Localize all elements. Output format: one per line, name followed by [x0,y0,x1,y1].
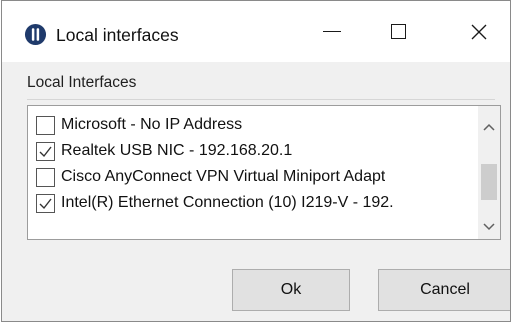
checkbox[interactable] [36,193,55,213]
scroll-up-button[interactable] [478,116,500,138]
interface-label: Cisco AnyConnect VPN Virtual Miniport Ad… [61,168,386,185]
minimize-icon [323,31,341,32]
interface-label: Intel(R) Ethernet Connection (10) I219-V… [61,194,394,211]
cancel-button[interactable]: Cancel [378,269,510,311]
scroll-thumb[interactable] [481,164,497,200]
interface-label: Microsoft - No IP Address [61,116,243,133]
minimize-button[interactable] [299,1,365,62]
checkbox[interactable] [36,115,55,135]
interfaces-list[interactable]: Microsoft - No IP Address Realtek USB NI… [27,105,501,240]
checkbox[interactable] [36,141,55,161]
dialog-window: Local interfaces Local Interfaces Micros… [1,0,511,322]
close-icon [471,24,487,39]
list-item[interactable]: Realtek USB NIC - 192.168.20.1 [28,138,478,164]
list-item[interactable]: Cisco AnyConnect VPN Virtual Miniport Ad… [28,164,478,190]
scroll-down-button[interactable] [478,216,500,238]
window-title: Local interfaces [56,25,179,45]
close-button[interactable] [446,1,510,62]
group-label: Local Interfaces [27,74,137,91]
group-divider [27,99,495,100]
title-bar[interactable]: Local interfaces [2,1,510,62]
chevron-up-icon [483,123,495,131]
check-icon [39,198,52,209]
pause-circle-icon [24,23,47,46]
list-item[interactable]: Microsoft - No IP Address [28,112,478,138]
interface-label: Realtek USB NIC - 192.168.20.1 [61,142,293,159]
list-items: Microsoft - No IP Address Realtek USB NI… [28,112,478,216]
checkbox[interactable] [36,167,55,187]
maximize-icon [390,24,406,39]
ok-button[interactable]: Ok [232,269,350,311]
check-icon [39,146,52,157]
maximize-button[interactable] [365,1,431,62]
vertical-scrollbar[interactable] [478,106,500,239]
list-item[interactable]: Intel(R) Ethernet Connection (10) I219-V… [28,190,478,216]
chevron-down-icon [483,223,495,231]
